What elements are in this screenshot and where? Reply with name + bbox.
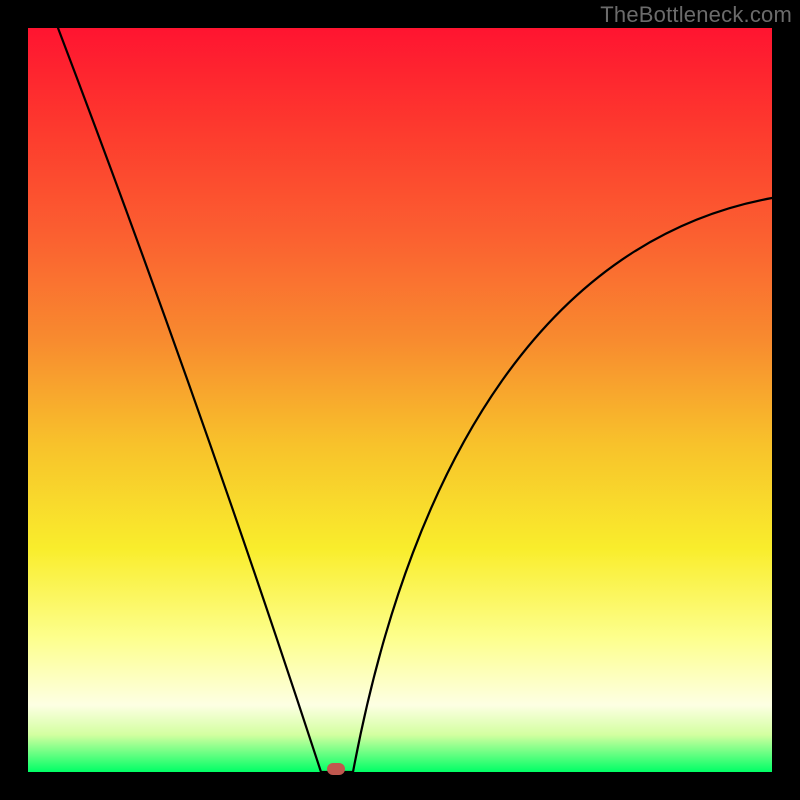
- chart-frame: TheBottleneck.com: [0, 0, 800, 800]
- bottleneck-curve: [58, 28, 772, 772]
- watermark-text: TheBottleneck.com: [600, 2, 792, 28]
- curve-svg: [28, 28, 772, 772]
- optimal-marker: [327, 763, 345, 775]
